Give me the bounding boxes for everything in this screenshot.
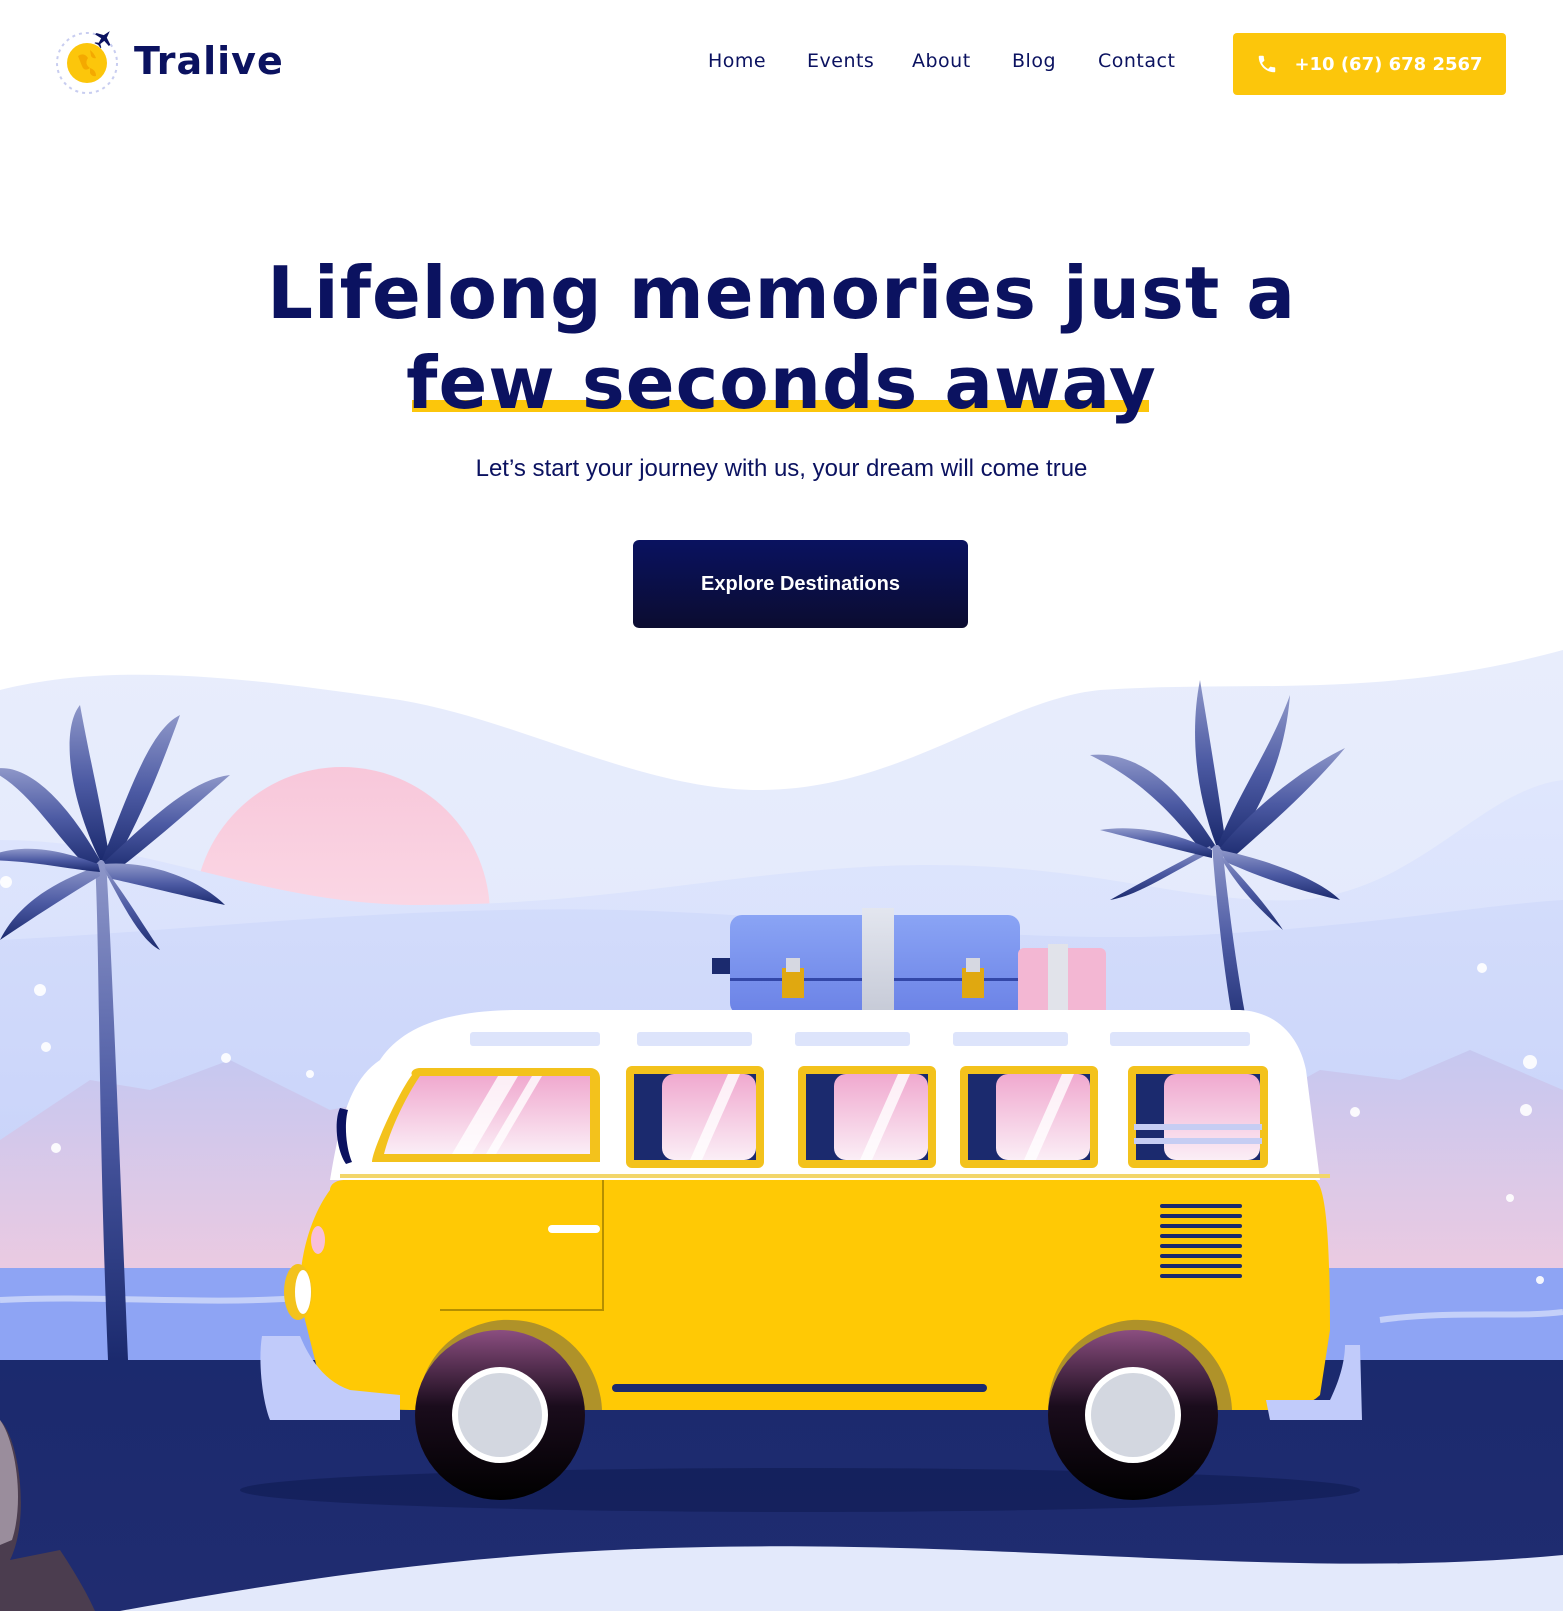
nav-link-about[interactable]: About — [912, 50, 971, 72]
explore-destinations-button[interactable]: Explore Destinations — [633, 540, 968, 628]
brand-logo[interactable]: Tralive — [54, 26, 284, 96]
van-window-5 — [1128, 1066, 1268, 1168]
van-window-3 — [798, 1066, 936, 1168]
phone-number: +10 (67) 678 2567 — [1294, 53, 1483, 75]
hero-subtitle: Let’s start your journey with us, your d… — [475, 455, 1088, 482]
phone-button[interactable]: +10 (67) 678 2567 — [1233, 33, 1506, 95]
phone-icon — [1259, 55, 1276, 73]
van-window-2 — [626, 1066, 764, 1168]
hero-title-line-2-highlighted: few seconds away — [406, 338, 1157, 428]
hero-illustration — [0, 650, 1563, 1611]
brand-name: Tralive — [134, 39, 284, 83]
hero-title-line-1: Lifelong memories just a — [267, 251, 1296, 335]
nav-link-blog[interactable]: Blog — [1012, 50, 1056, 72]
nav-link-home[interactable]: Home — [708, 50, 766, 72]
nav-link-events[interactable]: Events — [807, 50, 874, 72]
globe-plane-icon — [56, 31, 118, 94]
nav-link-contact[interactable]: Contact — [1098, 50, 1175, 72]
van-window-4 — [960, 1066, 1098, 1168]
site-header: Tralive Home Events About Blog Contact +… — [0, 0, 1563, 130]
hero-title: Lifelong memories just a few seconds awa… — [0, 248, 1563, 428]
